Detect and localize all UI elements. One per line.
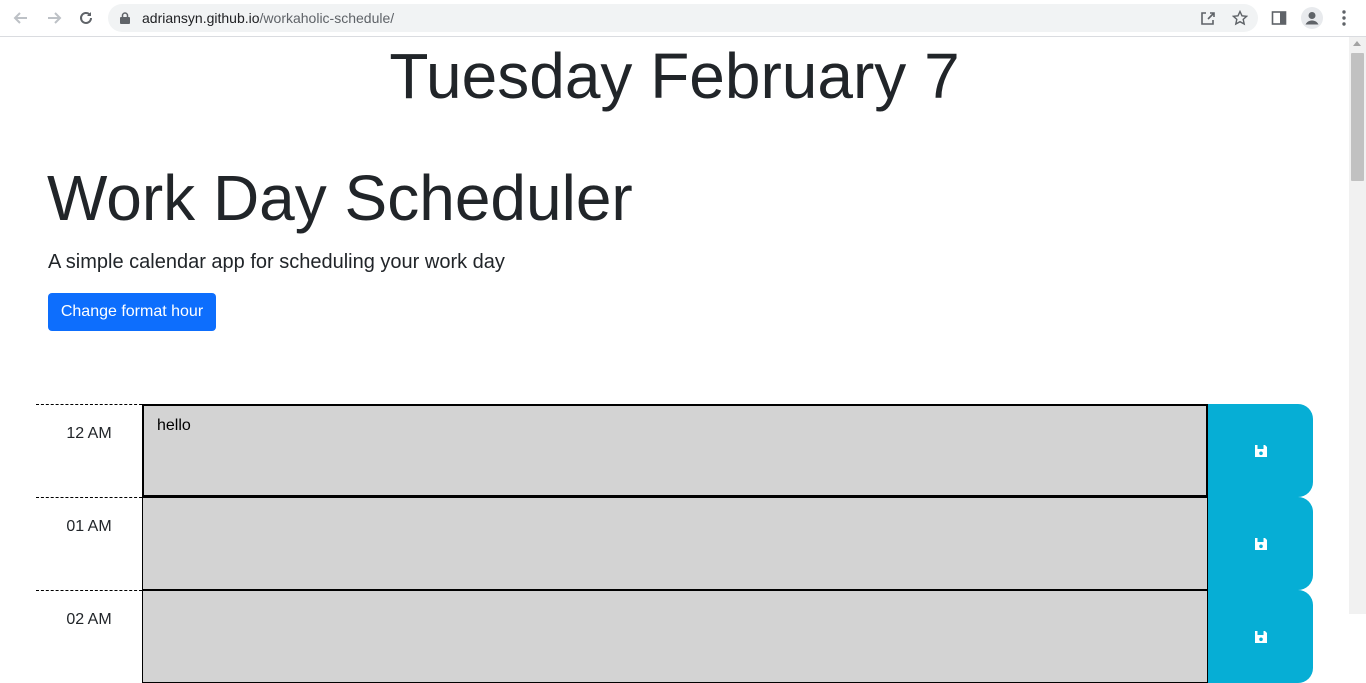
time-block-row: 02 AM — [36, 590, 1313, 683]
event-description-input[interactable] — [142, 497, 1208, 590]
browser-toolbar: adriansyn.github.io/workaholic-schedule/ — [0, 0, 1366, 37]
time-block-row: 01 AM — [36, 497, 1313, 590]
forward-button[interactable] — [42, 6, 66, 30]
save-button[interactable] — [1208, 590, 1313, 683]
scroll-thumb[interactable] — [1351, 53, 1364, 181]
bookmark-button[interactable] — [1228, 6, 1252, 30]
side-panel-button[interactable] — [1267, 6, 1291, 30]
save-button[interactable] — [1208, 497, 1313, 590]
change-format-button[interactable]: Change format hour — [48, 293, 216, 331]
time-block-row: 12 AM hello — [36, 404, 1313, 497]
save-button[interactable] — [1208, 404, 1313, 497]
kebab-menu-icon — [1342, 10, 1346, 26]
current-day: Tuesday February 7 — [389, 40, 960, 112]
profile-icon — [1301, 7, 1323, 29]
scroll-up-arrow[interactable] — [1353, 41, 1361, 46]
share-button[interactable] — [1196, 6, 1220, 30]
side-panel-icon — [1271, 11, 1287, 25]
address-bar[interactable]: adriansyn.github.io/workaholic-schedule/ — [108, 4, 1258, 32]
arrow-right-icon — [48, 12, 62, 24]
reload-button[interactable] — [74, 6, 98, 30]
page-scrollbar[interactable] — [1349, 37, 1366, 614]
url-host: adriansyn.github.io — [142, 10, 260, 26]
share-icon — [1201, 12, 1215, 25]
floppy-disk-icon — [1254, 537, 1267, 550]
lock-icon — [120, 12, 130, 24]
back-button[interactable] — [9, 6, 33, 30]
page-title: Work Day Scheduler — [47, 162, 633, 234]
event-description-input[interactable]: hello — [142, 404, 1208, 497]
url-text: adriansyn.github.io/workaholic-schedule/ — [142, 10, 394, 26]
arrow-left-icon — [13, 12, 27, 24]
url-path: /workaholic-schedule/ — [259, 10, 395, 26]
floppy-disk-icon — [1254, 630, 1267, 643]
page-lead: A simple calendar app for scheduling you… — [48, 251, 505, 273]
hour-label: 02 AM — [36, 590, 142, 683]
browser-menu-button[interactable] — [1332, 6, 1356, 30]
reload-icon — [80, 11, 92, 24]
hour-label: 01 AM — [36, 497, 142, 590]
profile-button[interactable] — [1300, 6, 1324, 30]
hour-label: 12 AM — [36, 404, 142, 497]
star-icon — [1232, 10, 1248, 26]
floppy-disk-icon — [1254, 444, 1267, 457]
event-description-input[interactable] — [142, 590, 1208, 683]
